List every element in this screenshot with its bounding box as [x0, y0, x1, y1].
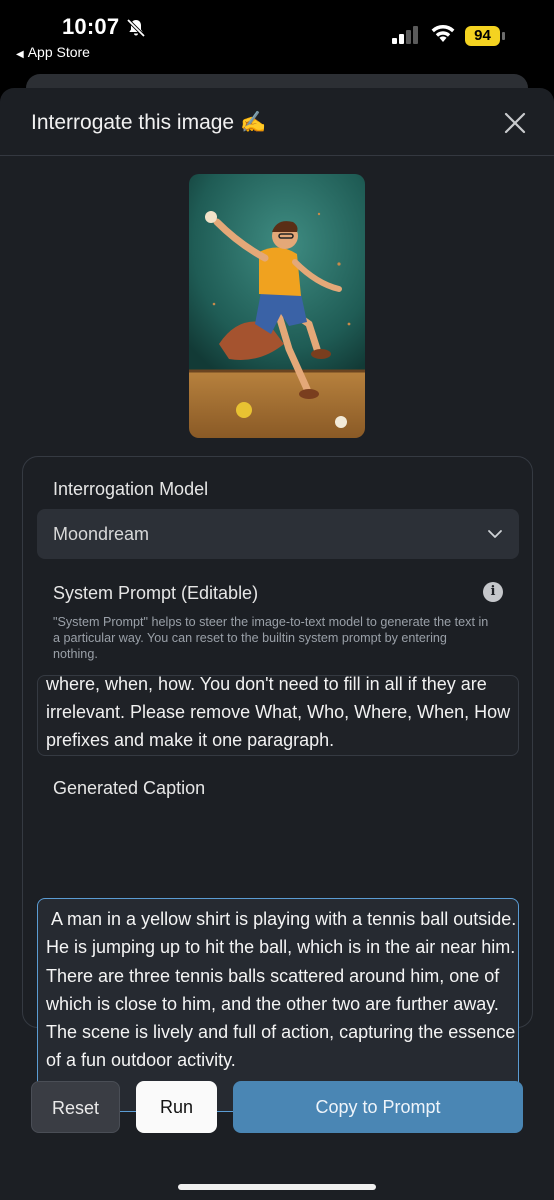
- copy-to-prompt-button[interactable]: Copy to Prompt: [233, 1081, 523, 1133]
- wifi-icon: [431, 24, 455, 42]
- cellular-signal-icon: [392, 24, 422, 44]
- run-button[interactable]: Run: [136, 1081, 217, 1133]
- battery-indicator: 94: [465, 26, 505, 46]
- battery-level: 94: [465, 26, 500, 46]
- generated-caption-textarea[interactable]: A man in a yellow shirt is playing with …: [37, 898, 519, 1112]
- status-time: 10:07: [62, 14, 120, 39]
- model-label: Interrogation Model: [53, 479, 209, 499]
- system-prompt-help: "System Prompt" helps to steer the image…: [53, 615, 489, 661]
- system-prompt-label: System Prompt (Editable): [53, 583, 259, 603]
- back-to-app-link[interactable]: ◀ App Store: [16, 44, 90, 60]
- close-icon[interactable]: [502, 110, 528, 136]
- back-arrow-icon: ◀: [16, 49, 24, 60]
- system-prompt-textarea[interactable]: where, when, how. You don't need to fill…: [37, 675, 519, 756]
- info-icon[interactable]: i: [483, 582, 503, 602]
- sheet-title: Interrogate this image ✍️: [31, 111, 267, 134]
- home-indicator[interactable]: [178, 1184, 376, 1190]
- model-selected-value: Moondream: [53, 524, 150, 544]
- system-prompt-text: where, when, how. You don't need to fill…: [46, 675, 511, 750]
- bell-slash-icon: [126, 18, 146, 38]
- reset-button[interactable]: Reset: [31, 1081, 120, 1133]
- interrogate-sheet: Interrogate this image ✍️ Interrogation …: [0, 88, 554, 1200]
- interrogation-panel: Interrogation Model Moondream System Pro…: [22, 456, 533, 1112]
- sheet-header: Interrogate this image ✍️: [0, 88, 554, 156]
- back-app-label: App Store: [27, 44, 90, 60]
- status-bar: 10:07 ◀ App Store 94: [0, 0, 554, 70]
- chevron-down-icon: [488, 530, 502, 538]
- model-select[interactable]: Moondream: [37, 509, 519, 559]
- generated-caption-text: A man in a yellow shirt is playing with …: [46, 909, 522, 1071]
- generated-caption-label: Generated Caption: [53, 778, 206, 798]
- preview-image: [189, 174, 365, 438]
